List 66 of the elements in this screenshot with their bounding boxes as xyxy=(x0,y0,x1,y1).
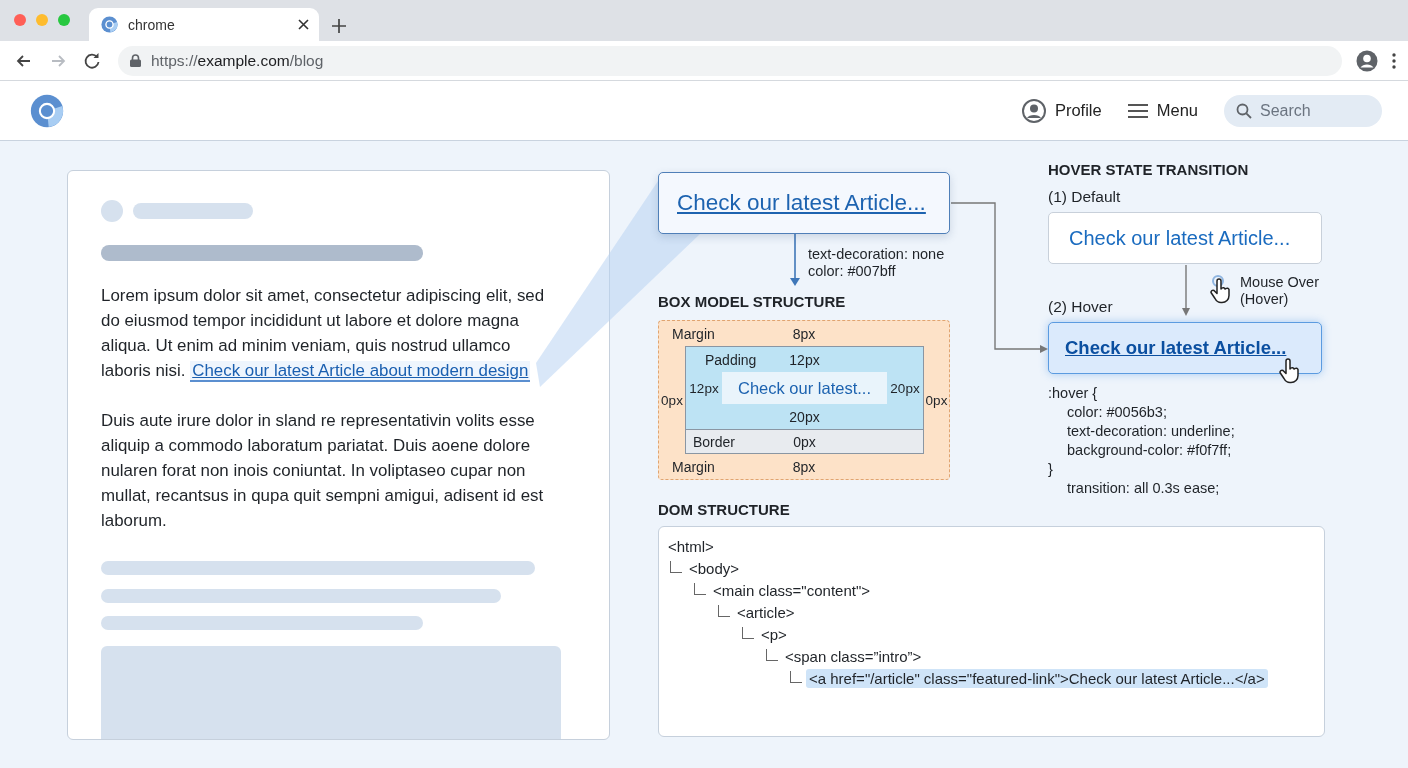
style-note: text-decoration: none xyxy=(808,246,946,263)
state-label: (1) Default xyxy=(1048,188,1122,206)
new-tab-icon[interactable] xyxy=(332,19,346,33)
menu-link[interactable]: Menu xyxy=(1127,101,1198,120)
dom-node[interactable]: <html> xyxy=(665,537,717,556)
profile-link[interactable]: Profile xyxy=(1021,98,1102,123)
menu-icon xyxy=(1127,102,1148,119)
address-bar[interactable]: https://example.com/blog xyxy=(118,45,1342,76)
state-label: (2) Hover xyxy=(1048,298,1113,316)
css-line: :hover { xyxy=(1048,384,1099,403)
box-value: 0px xyxy=(793,433,816,450)
dom-node[interactable]: <a href="/article" class="featured-link">Check our latest Article...</a> xyxy=(806,669,1268,688)
box-value: 8px xyxy=(792,458,816,475)
box-value: 20px xyxy=(889,380,921,396)
tree-line xyxy=(766,649,778,661)
article-link[interactable]: Check our latest Article about modern design xyxy=(190,361,531,380)
tree-line xyxy=(694,583,706,595)
account-icon[interactable] xyxy=(1356,49,1378,72)
tree-line xyxy=(790,671,802,683)
more-options-icon[interactable] xyxy=(1392,52,1396,69)
box-value: 12px xyxy=(688,380,720,396)
avatar-placeholder xyxy=(101,200,123,222)
css-line: background-color: #f0f7ff; xyxy=(1066,441,1233,460)
box-label: Margin xyxy=(671,458,716,475)
dom-node[interactable]: <span class=”intro”> xyxy=(782,647,925,666)
browser-tab[interactable]: chrome xyxy=(89,8,319,41)
box-label: Border xyxy=(692,433,737,450)
paragraph: Duis aute irure dolor in sland re representativin volits esse aliquip a commodo laboratum pariatat. Duis aoene dolore nularen forat non inois coniuntat. In voliptaseo cupar non mullat, recantsus in qupa quit sempni amigui, adisent id est laborum. xyxy=(101,410,545,532)
dom-node[interactable]: <p> xyxy=(758,625,790,644)
logo-icon[interactable] xyxy=(30,93,64,128)
tree-line xyxy=(742,627,754,639)
dom-node[interactable]: <body> xyxy=(686,559,743,578)
reload-icon[interactable] xyxy=(82,50,102,71)
section-title: HOVER STATE TRANSITION xyxy=(1048,161,1250,179)
box-value: 0px xyxy=(660,392,684,408)
link-preview[interactable]: Check our latest Article... xyxy=(1048,212,1322,264)
content-box: Check our latest... xyxy=(722,372,887,404)
box-label: Margin xyxy=(671,325,716,342)
css-line: color: #0056b3; xyxy=(1066,403,1168,422)
dom-node[interactable]: <main class="content"> xyxy=(710,581,873,600)
css-line: } xyxy=(1048,460,1054,479)
paragraph: Lorem ipsum dolor sit amet, consectetur adipiscing elit, sed do eiusmod tempor incididunt ut labore et dolore magna aliqua. Ut enim ad minim veniam, quis nostrud ullamco laboris nisi. Check our latest Article about modern design xyxy=(101,285,546,382)
css-line: text-decoration: underline; xyxy=(1066,422,1236,441)
box-value: 20px xyxy=(789,408,820,425)
tree-line xyxy=(718,605,730,617)
tree-line xyxy=(670,561,682,573)
close-icon[interactable] xyxy=(298,19,309,30)
search-field[interactable]: Search xyxy=(1224,94,1382,127)
tab-title: chrome xyxy=(128,16,176,33)
section-title: BOX MODEL STRUCTURE xyxy=(658,293,847,311)
dom-node[interactable]: <article> xyxy=(734,603,798,622)
box-value: 12px xyxy=(789,351,820,368)
lock-icon xyxy=(130,54,141,67)
profile-icon xyxy=(1021,98,1046,123)
box-value: 0px xyxy=(924,392,949,408)
style-note: color: #007bff xyxy=(808,263,897,280)
section-title: DOM STRUCTURE xyxy=(658,501,791,519)
css-line: transition: all 0.3s ease; xyxy=(1066,479,1221,498)
box-label: Padding xyxy=(704,351,758,368)
trigger-label: Mouse Over (Hover) xyxy=(1240,274,1319,309)
arrow xyxy=(790,233,800,286)
browser-logo-icon xyxy=(101,16,118,33)
link-callout[interactable]: Check our latest Article... xyxy=(658,172,950,234)
arrow xyxy=(1182,264,1190,316)
box-value: 8px xyxy=(792,325,816,342)
hand-cursor-icon xyxy=(1279,358,1301,384)
